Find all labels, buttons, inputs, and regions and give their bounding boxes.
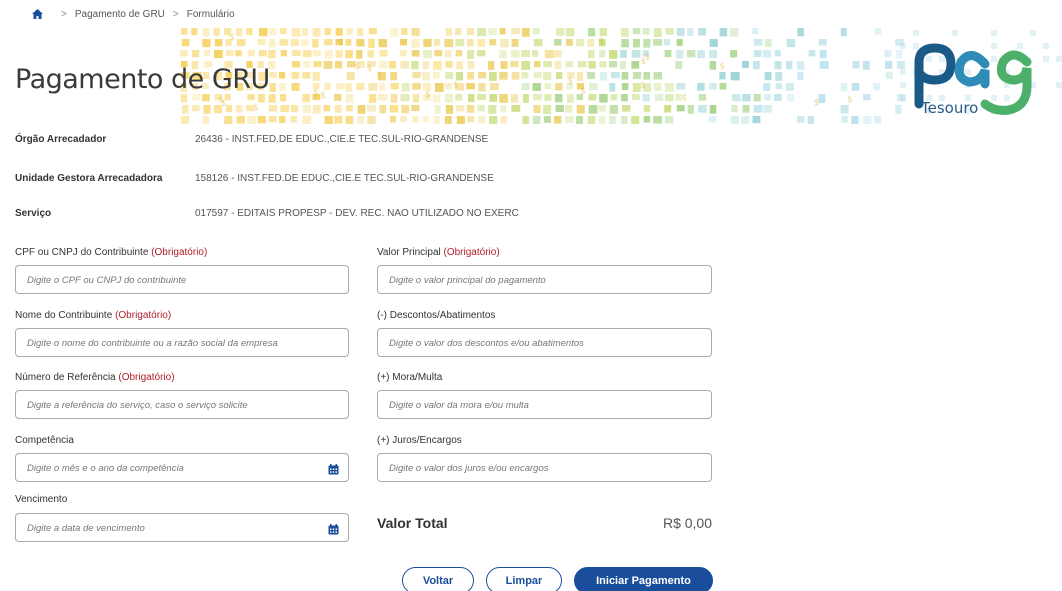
svg-text:$: $ [599, 37, 605, 47]
referencia-label-text: Número de Referência [15, 372, 116, 383]
vencimento-input[interactable]: Digite a data de vencimento [15, 513, 349, 542]
svg-text:$: $ [640, 81, 646, 91]
descontos-input[interactable]: Digite o valor dos descontos e/ou abatim… [377, 328, 712, 357]
breadcrumb: > Pagamento de GRU > Formulário [32, 6, 235, 22]
nome-placeholder: Digite o nome do contribuinte ou a razão… [27, 338, 278, 349]
iniciar-pagamento-button[interactable]: Iniciar Pagamento [574, 567, 713, 591]
info-servico: Serviço 017597 - EDITAIS PROPESP - DEV. … [15, 208, 519, 219]
juros-input[interactable]: Digite o valor dos juros e/ou encargos [377, 453, 712, 482]
vencimento-placeholder: Digite a data de vencimento [27, 523, 145, 534]
svg-text:$: $ [641, 57, 647, 67]
valor-total-label: Valor Total [377, 515, 448, 531]
required-marker: (Obrigatório) [118, 372, 175, 383]
competencia-placeholder: Digite o mês e o ano da competência [27, 463, 184, 474]
svg-text:$: $ [580, 86, 586, 96]
nome-label-text: Nome do Contribuinte [15, 310, 113, 321]
juros-label: (+) Juros/Encargos [377, 435, 462, 446]
descontos-label-text: (-) Descontos/Abatimentos [377, 310, 496, 321]
competencia-label-text: Competência [15, 435, 74, 446]
valor-total-value: R$ 0,00 [662, 515, 712, 531]
info-unidade: Unidade Gestora Arrecadadora 158126 - IN… [15, 173, 494, 184]
info-value: 158126 - INST.FED.DE EDUC.,CIE.E TEC.SUL… [195, 173, 494, 184]
svg-text:$: $ [218, 96, 224, 106]
referencia-label: Número de Referência (Obrigatório) [15, 372, 175, 383]
svg-text:$: $ [367, 64, 373, 74]
info-orgao: Órgão Arrecadador 26436 - INST.FED.DE ED… [15, 134, 488, 145]
juros-placeholder: Digite o valor dos juros e/ou encargos [389, 463, 549, 474]
svg-text:$: $ [453, 81, 459, 91]
svg-text:$: $ [376, 71, 382, 81]
mora-label: (+) Mora/Multa [377, 372, 442, 383]
referencia-input[interactable]: Digite a referência do serviço, caso o s… [15, 390, 349, 419]
descontos-label: (-) Descontos/Abatimentos [377, 310, 495, 321]
svg-text:$: $ [847, 95, 853, 105]
valor-principal-label: Valor Principal (Obrigatório) [377, 247, 500, 258]
voltar-button[interactable]: Voltar [402, 567, 474, 591]
info-label: Unidade Gestora Arrecadadora [15, 173, 163, 184]
cpf-label-text: CPF ou CNPJ do Contribuinte [15, 247, 149, 258]
chevron-right-icon: > [172, 8, 179, 20]
valor-principal-input[interactable]: Digite o valor principal do pagamento [377, 265, 712, 294]
nome-input[interactable]: Digite o nome do contribuinte ou a razão… [15, 328, 349, 357]
cpf-input[interactable]: Digite o CPF ou CNPJ do contribuinte [15, 265, 349, 294]
competencia-label: Competência [15, 435, 74, 446]
mora-input[interactable]: Digite o valor da mora e/ou multa [377, 390, 712, 419]
breadcrumb-link-pagamento[interactable]: Pagamento de GRU [75, 9, 165, 20]
calendar-icon[interactable] [328, 462, 339, 475]
required-marker: (Obrigatório) [443, 247, 500, 258]
svg-text:$: $ [682, 94, 688, 104]
vencimento-label: Vencimento [15, 494, 67, 505]
svg-text:$: $ [568, 76, 574, 86]
svg-text:$: $ [253, 103, 259, 113]
vencimento-label-text: Vencimento [15, 494, 68, 505]
svg-text:$: $ [425, 90, 431, 100]
nome-label: Nome do Contribuinte (Obrigatório) [15, 310, 171, 321]
page-title: Pagamento de GRU [15, 64, 270, 95]
logo-text: Tesouro [921, 99, 979, 117]
valor-principal-placeholder: Digite o valor principal do pagamento [389, 275, 546, 286]
cpf-placeholder: Digite o CPF ou CNPJ do contribuinte [27, 275, 187, 286]
valor-principal-label-text: Valor Principal [377, 247, 441, 258]
home-icon[interactable] [32, 9, 43, 19]
svg-text:$: $ [320, 91, 326, 101]
info-label: Serviço [15, 208, 52, 219]
mora-label-text: (+) Mora/Multa [377, 372, 443, 383]
mora-placeholder: Digite o valor da mora e/ou multa [389, 400, 529, 411]
required-marker: (Obrigatório) [151, 247, 208, 258]
info-value: 017597 - EDITAIS PROPESP - DEV. REC. NAO… [195, 208, 519, 219]
svg-text:$: $ [719, 62, 725, 72]
breadcrumb-current: Formulário [186, 8, 235, 20]
limpar-button[interactable]: Limpar [486, 567, 562, 591]
required-marker: (Obrigatório) [115, 310, 172, 321]
referencia-placeholder: Digite a referência do serviço, caso o s… [27, 400, 248, 411]
svg-text:$: $ [355, 62, 361, 72]
svg-text:$: $ [814, 98, 820, 108]
svg-text:$: $ [338, 38, 344, 48]
info-label: Órgão Arrecadador [15, 134, 107, 145]
svg-text:$: $ [313, 88, 319, 98]
cpf-label: CPF ou CNPJ do Contribuinte (Obrigatório… [15, 247, 207, 258]
juros-label-text: (+) Juros/Encargos [377, 435, 462, 446]
svg-text:$: $ [229, 33, 235, 43]
info-value: 26436 - INST.FED.DE EDUC.,CIE.E TEC.SUL-… [195, 134, 489, 145]
competencia-input[interactable]: Digite o mês e o ano da competência [15, 453, 349, 482]
chevron-right-icon: > [61, 8, 67, 20]
calendar-icon[interactable] [328, 522, 339, 535]
descontos-placeholder: Digite o valor dos descontos e/ou abatim… [389, 338, 584, 349]
